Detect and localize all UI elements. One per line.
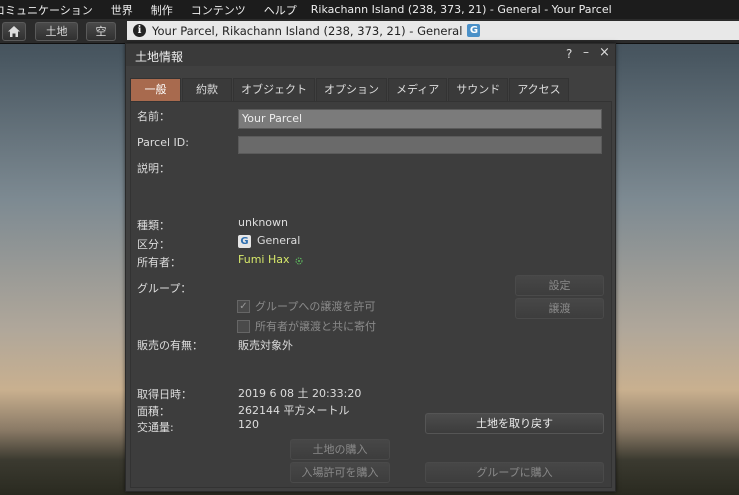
menu-communicate[interactable]: コミュニケーション (0, 2, 102, 18)
acquired-value: 2019 6 08 土 20:33:20 (238, 387, 362, 400)
menu-help[interactable]: ヘルプ (255, 2, 306, 18)
type-label: 種類： (137, 219, 170, 232)
traffic-label: 交通量: (137, 421, 174, 434)
sky-button[interactable]: 空 (86, 22, 116, 41)
rating-value: General (257, 234, 301, 247)
tab-media[interactable]: メディア (388, 78, 448, 103)
home-button[interactable] (2, 22, 26, 41)
for-sale-label: 販売の有無： (137, 339, 203, 352)
name-label: 名前： (137, 110, 170, 123)
buy-pass-button[interactable]: 入場許可を購入 (290, 462, 390, 483)
close-icon[interactable]: × (599, 45, 610, 60)
menu-build[interactable]: 制作 (142, 2, 182, 18)
minimize-icon[interactable]: – (583, 45, 589, 59)
tab-access[interactable]: アクセス (509, 78, 569, 103)
tab-general[interactable]: 一般 (130, 78, 181, 103)
land-button[interactable]: 土地 (35, 22, 78, 41)
type-value: unknown (238, 216, 288, 229)
name-field[interactable]: Your Parcel (238, 109, 602, 129)
menu-content[interactable]: コンテンツ (182, 2, 255, 18)
about-land-floater: 土地情報 ? – × 一般 約款 オブジェクト オプション メディア サウンド … (125, 43, 616, 492)
tab-bar: 一般 約款 オブジェクト オプション メディア サウンド アクセス (130, 78, 570, 103)
acquired-label: 取得日時： (137, 388, 192, 401)
parcel-id-label: Parcel ID: (137, 136, 189, 149)
traffic-value: 120 (238, 418, 259, 431)
tab-sound[interactable]: サウンド (448, 78, 509, 103)
description-text[interactable] (237, 158, 603, 208)
menu-world[interactable]: 世界 (102, 2, 142, 18)
floater-titlebar[interactable]: 土地情報 ? – × (126, 44, 615, 66)
location-bar[interactable]: i Your Parcel, Rikachann Island (238, 37… (127, 21, 739, 40)
checkmark-icon: ✓ (237, 299, 250, 313)
tab-options[interactable]: オプション (316, 78, 387, 103)
tab-objects[interactable]: オブジェクト (233, 78, 315, 103)
general-rating-icon: G (238, 234, 251, 248)
buy-for-group-button[interactable]: グループに購入 (425, 462, 604, 483)
deed-button[interactable]: 譲渡 (515, 298, 604, 319)
help-icon[interactable]: ? (566, 47, 572, 61)
buy-land-button[interactable]: 土地の購入 (290, 439, 390, 460)
home-icon (8, 26, 20, 37)
owner-contrib-checkbox[interactable]: 所有者が譲渡と共に寄付 (237, 318, 376, 334)
rating-badge-icon: G (467, 24, 481, 37)
rating-label: 区分： (137, 238, 170, 251)
info-icon[interactable]: i (133, 24, 146, 37)
navigation-bar: 土地 空 i Your Parcel, Rikachann Island (23… (0, 19, 739, 44)
for-sale-value: 販売対象外 (238, 339, 293, 352)
group-label: グループ： (137, 282, 192, 295)
allow-deed-label: グループへの譲渡を許可 (255, 300, 376, 313)
general-panel: 名前： Your Parcel Parcel ID: 説明： 種類： unkno… (130, 101, 612, 488)
description-label: 説明： (137, 162, 170, 175)
online-status-icon (295, 257, 303, 265)
tab-covenant[interactable]: 約款 (182, 78, 232, 103)
location-text: Your Parcel, Rikachann Island (238, 373,… (152, 23, 463, 38)
owner-contrib-label: 所有者が譲渡と共に寄付 (255, 320, 376, 333)
parcel-id-field[interactable] (238, 136, 602, 154)
rating-value-row: G General (238, 234, 300, 248)
floater-title: 土地情報 (135, 50, 184, 64)
owner-label: 所有者： (137, 256, 181, 269)
set-group-button[interactable]: 設定 (515, 275, 604, 296)
top-menu-bar: コミュニケーション 世界 制作 コンテンツ ヘルプ Rikachann Isla… (0, 0, 739, 19)
empty-checkbox-icon (237, 319, 250, 333)
menubar-location[interactable]: Rikachann Island (238, 373, 21) - Genera… (311, 3, 612, 16)
area-value: 262144 平方メートル (238, 404, 350, 417)
area-label: 面積： (137, 405, 170, 418)
allow-deed-checkbox[interactable]: ✓ グループへの譲渡を許可 (237, 298, 375, 314)
owner-name[interactable]: Fumi Hax (238, 253, 290, 266)
reclaim-land-button[interactable]: 土地を取り戻す (425, 413, 604, 434)
